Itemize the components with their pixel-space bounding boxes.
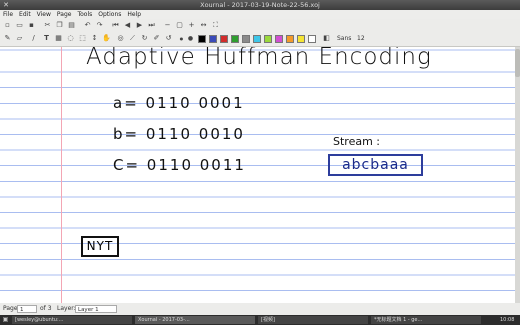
medium-line-icon[interactable]: ● xyxy=(186,34,195,43)
thin-line-icon[interactable]: ● xyxy=(177,34,186,43)
highlighter-icon[interactable]: / xyxy=(29,34,38,43)
taskbar-item-terminal[interactable]: [wesley@ubuntu:... xyxy=(12,316,132,324)
shape-recognizer-icon[interactable]: ◎ xyxy=(116,34,125,43)
menu-help[interactable]: Help xyxy=(124,10,144,19)
zoom-100-icon[interactable]: ▢ xyxy=(175,21,184,30)
fullscreen-icon[interactable]: ⛶ xyxy=(211,21,220,30)
new-icon[interactable]: ▫ xyxy=(3,21,12,30)
vertical-scrollbar[interactable] xyxy=(515,47,520,303)
ruler-icon[interactable]: ⟋ xyxy=(128,34,137,43)
last-page-icon[interactable]: ⏭ xyxy=(147,21,156,30)
code-line-a: a= 0110 0001 xyxy=(113,94,245,112)
layer-label: Layer: xyxy=(57,305,76,312)
color-swatch-light-green[interactable] xyxy=(264,35,272,43)
color-swatch-red[interactable] xyxy=(220,35,228,43)
vertical-space-icon[interactable]: ↕ xyxy=(90,34,99,43)
window-title: Xournal - 2017-03-19-Note-22-56.xoj xyxy=(200,1,320,9)
status-bar: Page 1 of 3 Layer: Layer 1 xyxy=(0,303,520,315)
font-size[interactable]: 12 xyxy=(357,33,365,44)
nyt-node-box: NYT xyxy=(81,236,119,257)
select-region-icon[interactable]: ◌ xyxy=(66,34,75,43)
color-swatch-black[interactable] xyxy=(198,35,206,43)
text-tool-icon[interactable]: T xyxy=(42,34,51,43)
redo-icon[interactable]: ↷ xyxy=(95,21,104,30)
menu-file[interactable]: File xyxy=(0,10,16,19)
color-picker-icon[interactable]: ◧ xyxy=(322,34,331,43)
color-swatch-magenta[interactable] xyxy=(275,35,283,43)
page-count: of 3 xyxy=(40,305,52,312)
close-icon[interactable]: ✕ xyxy=(2,1,10,9)
taskbar-item-video[interactable]: [视频] xyxy=(258,316,368,324)
tools-toolbar: ✎ ▱ / T ▦ ◌ ⬚ ↕ ✋ ◎ ⟋ ↻ ✐ ↺ ● ● ◧ Sans 1… xyxy=(0,32,520,47)
zoom-in-icon[interactable]: + xyxy=(187,21,196,30)
next-page-icon[interactable]: ▶ xyxy=(135,21,144,30)
copy-icon[interactable]: ❐ xyxy=(55,21,64,30)
window-titlebar: ✕ Xournal - 2017-03-19-Note-22-56.xoj xyxy=(0,0,520,10)
save-icon[interactable]: ▪ xyxy=(27,21,36,30)
zoom-out-icon[interactable]: − xyxy=(163,21,172,30)
undo-icon[interactable]: ↶ xyxy=(83,21,92,30)
stream-label: Stream : xyxy=(333,135,381,148)
paste-icon[interactable]: ▤ xyxy=(67,21,76,30)
select-rect-icon[interactable]: ⬚ xyxy=(78,34,87,43)
main-toolbar: ▫ ▭ ▪ ✂ ❐ ▤ ↶ ↷ ⏮ ◀ ▶ ⏭ − ▢ + ↔ ⛶ xyxy=(0,19,520,33)
taskbar-clock: 10:08 xyxy=(500,317,515,323)
image-icon[interactable]: ▦ xyxy=(54,34,63,43)
menu-options[interactable]: Options xyxy=(95,10,124,19)
scrollbar-thumb[interactable] xyxy=(515,49,520,77)
pen-icon[interactable]: ✎ xyxy=(3,34,12,43)
color-swatch-gray[interactable] xyxy=(242,35,250,43)
color-swatch-orange[interactable] xyxy=(286,35,294,43)
color-swatch-green[interactable] xyxy=(231,35,239,43)
color-swatch-white[interactable] xyxy=(308,35,316,43)
font-name[interactable]: Sans xyxy=(337,33,351,44)
menu-tools[interactable]: Tools xyxy=(74,10,95,19)
note-page[interactable]: Adaptive Huffman Encoding a= 0110 0001 b… xyxy=(0,47,515,303)
eraser-icon[interactable]: ▱ xyxy=(15,34,24,43)
prev-page-icon[interactable]: ◀ xyxy=(123,21,132,30)
menubar: File Edit View Page Tools Options Help xyxy=(0,10,520,19)
open-icon[interactable]: ▭ xyxy=(15,21,24,30)
page-margin-line xyxy=(61,47,62,303)
note-title: Adaptive Huffman Encoding xyxy=(86,47,432,70)
taskbar: ▣ [wesley@ubuntu:... Xournal - 2017-03-.… xyxy=(0,315,520,325)
default-pen-icon[interactable]: ✐ xyxy=(152,34,161,43)
color-swatch-light-blue[interactable] xyxy=(253,35,261,43)
show-desktop-icon[interactable]: ▣ xyxy=(1,315,10,324)
hand-icon[interactable]: ✋ xyxy=(102,34,111,43)
taskbar-item-xournal[interactable]: Xournal - 2017-03-... xyxy=(135,316,255,324)
menu-page[interactable]: Page xyxy=(54,10,75,19)
page-number-input[interactable]: 1 xyxy=(17,305,37,313)
default-tool-icon[interactable]: ↻ xyxy=(140,34,149,43)
stream-value-box: abcbaaa xyxy=(328,154,423,176)
menu-view[interactable]: View xyxy=(34,10,54,19)
first-page-icon[interactable]: ⏮ xyxy=(111,21,120,30)
page-label: Page xyxy=(3,305,18,312)
menu-edit[interactable]: Edit xyxy=(16,10,34,19)
cut-icon[interactable]: ✂ xyxy=(43,21,52,30)
taskbar-item-gedit[interactable]: *无标题文档 1 - ge... xyxy=(371,316,481,324)
code-line-b: b= 0110 0010 xyxy=(113,125,245,143)
default-highlighter-icon[interactable]: ↺ xyxy=(164,34,173,43)
code-line-c: C= 0110 0011 xyxy=(113,156,246,174)
layer-select[interactable]: Layer 1 xyxy=(75,305,117,313)
color-swatch-blue[interactable] xyxy=(209,35,217,43)
page-width-icon[interactable]: ↔ xyxy=(199,21,208,30)
color-swatch-yellow[interactable] xyxy=(297,35,305,43)
